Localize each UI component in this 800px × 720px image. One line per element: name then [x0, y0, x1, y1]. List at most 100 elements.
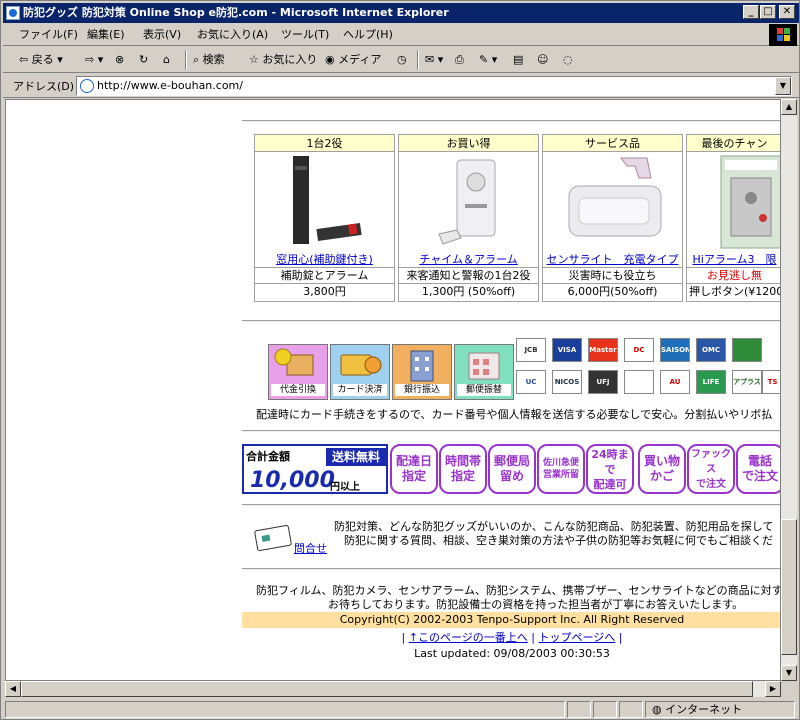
payment-note: 配達時にカード手続きをするので、カード番号や個人情報を送信する必要なしで安心。分… [256, 408, 773, 421]
uc-card-logo: UC [516, 370, 546, 394]
product-image[interactable] [399, 152, 538, 252]
stop-icon: ⊗ [115, 53, 125, 66]
page-content: 1台2役 窓用心(補助鍵付き) 補助錠とアラーム 3,800円 お買い得 チャイ… [5, 99, 781, 681]
history-button[interactable]: ◷ [397, 50, 407, 70]
ie-icon [6, 6, 20, 20]
menu-edit[interactable]: 編集(E) [83, 27, 129, 43]
ufj-card-logo: UFJ [588, 370, 618, 394]
product-card[interactable]: 最後のチャン Hiアラーム3 限 お見逃し無 押しボタン(¥12000 [686, 134, 781, 302]
vertical-scroll-thumb[interactable] [781, 519, 797, 655]
scroll-down-button[interactable]: ▼ [781, 665, 797, 681]
browser-window: 防犯グッズ 防犯対策 Online Shop e防犯.com - Microso… [0, 0, 800, 720]
postal-transfer-badge[interactable]: 郵便振替 [454, 344, 514, 400]
media-icon: ◉ [325, 53, 335, 66]
product-image[interactable] [687, 152, 780, 252]
horizontal-scroll-thumb[interactable] [21, 681, 753, 697]
footer-text: お待ちしております。防犯設備士の資格を持った担当者が丁寧にお答えいたします。 [328, 598, 744, 611]
minimize-button[interactable]: _ [743, 5, 759, 19]
product-card[interactable]: お買い得 チャイム＆アラーム 来客通知と警報の1台2役 1,300円 (50%o… [398, 134, 539, 302]
menu-view[interactable]: 表示(V) [139, 27, 185, 43]
aplus-card-logo: アプラス [732, 370, 762, 394]
time-slot-option[interactable]: 時間帯 指定 [439, 444, 487, 494]
product-tag: 1台2役 [255, 135, 394, 152]
late-delivery-option[interactable]: 24時まで 配達可 [586, 444, 634, 494]
sagawa-pickup-option[interactable]: 佐川急便 営業所留 [537, 444, 585, 494]
total-label: 合計金額 [246, 450, 290, 463]
security-zone: ◍ インターネット [645, 701, 795, 718]
card-payment-badge[interactable]: カード決済 [330, 344, 390, 400]
home-page-link[interactable]: トップページへ [538, 631, 615, 644]
favorites-button[interactable]: ☆ お気に入り [249, 50, 317, 70]
product-card[interactable]: 1台2役 窓用心(補助鍵付き) 補助錠とアラーム 3,800円 [254, 134, 395, 302]
delivery-date-option[interactable]: 配達日 指定 [390, 444, 438, 494]
media-button[interactable]: ◉ メディア [325, 50, 381, 70]
stop-button[interactable]: ⊗ [115, 50, 124, 70]
product-image[interactable] [543, 152, 682, 252]
print-button[interactable]: ⎙ [455, 50, 464, 70]
menu-help[interactable]: ヘルプ(H) [339, 27, 397, 43]
status-cell [593, 701, 617, 718]
forward-button[interactable]: ⇨ ▾ [85, 50, 103, 70]
address-input[interactable]: http://www.e-bouhan.com/ ▼ [76, 76, 792, 96]
fax-order-link[interactable]: ファックス で注文 [687, 444, 735, 494]
product-link[interactable]: チャイム＆アラーム [399, 252, 538, 268]
status-bar: ◍ インターネット [3, 699, 799, 719]
inquiry-link[interactable]: 問合せ [294, 540, 327, 556]
maximize-button[interactable]: □ [760, 5, 776, 19]
edit-button[interactable]: ✎ ▾ [479, 50, 497, 70]
bank-transfer-badge[interactable]: 銀行振込 [392, 344, 452, 400]
home-icon: ⌂ [163, 53, 170, 66]
horizontal-scrollbar[interactable]: ◀ ▶ [5, 681, 781, 697]
shopping-cart-link[interactable]: 買い物 かご [638, 444, 686, 494]
product-link[interactable]: センサライト 充電タイプ [543, 252, 682, 268]
scroll-right-button[interactable]: ▶ [765, 681, 781, 697]
close-button[interactable]: ✕ [779, 5, 795, 19]
search-button[interactable]: ⌕ 検索 [193, 50, 225, 70]
forward-arrow-icon: ⇨ [85, 53, 95, 66]
amount-unit: 円以上 [330, 482, 360, 493]
phone-order-link[interactable]: 電話 で注文 [736, 444, 780, 494]
free-shipping-label: 送料無料 [326, 448, 386, 466]
product-image[interactable] [255, 152, 394, 252]
research-button[interactable]: ◌ [563, 50, 573, 70]
cod-payment-badge[interactable]: 代金引換 [268, 344, 328, 400]
back-to-top-link[interactable]: ↑このページの一番上へ [409, 631, 528, 644]
free-shipping-box: 合計金額 送料無料 10,000 円以上 [242, 444, 388, 494]
scroll-left-button[interactable]: ◀ [5, 681, 21, 697]
status-text [5, 701, 565, 718]
discuss-button[interactable]: ▤ [513, 50, 523, 70]
vertical-scrollbar[interactable]: ▲ ▼ [781, 99, 797, 681]
copyright-bar: Copyright(C) 2002-2003 Tenpo-Support Inc… [242, 612, 780, 628]
messenger-button[interactable]: ☺ [537, 50, 548, 70]
product-tag: お買い得 [399, 135, 538, 152]
address-dropdown-button[interactable]: ▼ [775, 77, 791, 95]
product-link[interactable]: Hiアラーム3 限 [687, 252, 780, 268]
edit-icon: ✎ [479, 53, 489, 66]
mail-button[interactable]: ✉ ▾ [425, 50, 443, 70]
search-icon: ⌕ [193, 53, 200, 66]
product-card[interactable]: サービス品 センサライト 充電タイプ 災害時にも役立ち 6,000円(50%of… [542, 134, 683, 302]
divider [242, 320, 780, 322]
messenger-icon: ☺ [537, 53, 549, 66]
refresh-button[interactable]: ↻ [139, 50, 148, 70]
scroll-up-button[interactable]: ▲ [781, 99, 797, 115]
menu-tools[interactable]: ツール(T) [277, 27, 333, 43]
post-office-pickup-option[interactable]: 郵便局 留め [488, 444, 536, 494]
product-desc: 災害時にも役立ち [543, 268, 682, 284]
divider [242, 430, 780, 432]
free-shipping-amount: 10,000 [250, 468, 335, 493]
menu-favorites[interactable]: お気に入り(A) [193, 27, 272, 43]
home-button[interactable]: ⌂ [163, 50, 170, 70]
back-button[interactable]: ⇦ 戻る ▾ [19, 50, 63, 70]
divider [242, 504, 780, 506]
product-price: 押しボタン(¥12000 [689, 285, 781, 298]
menu-bar: ファイル(F) 編集(E) 表示(V) お気に入り(A) ツール(T) ヘルプ(… [3, 24, 799, 46]
divider [242, 120, 780, 122]
menu-file[interactable]: ファイル(F) [15, 27, 82, 43]
product-link[interactable]: 窓用心(補助鍵付き) [255, 252, 394, 268]
payment-label: 代金引換 [271, 384, 325, 396]
product-desc: 補助錠とアラーム [255, 268, 394, 284]
inquiry-card-icon[interactable] [254, 524, 292, 552]
copyright-text: Copyright(C) 2002-2003 Tenpo-Support Inc… [339, 613, 685, 626]
mail-icon: ✉ [425, 53, 435, 66]
